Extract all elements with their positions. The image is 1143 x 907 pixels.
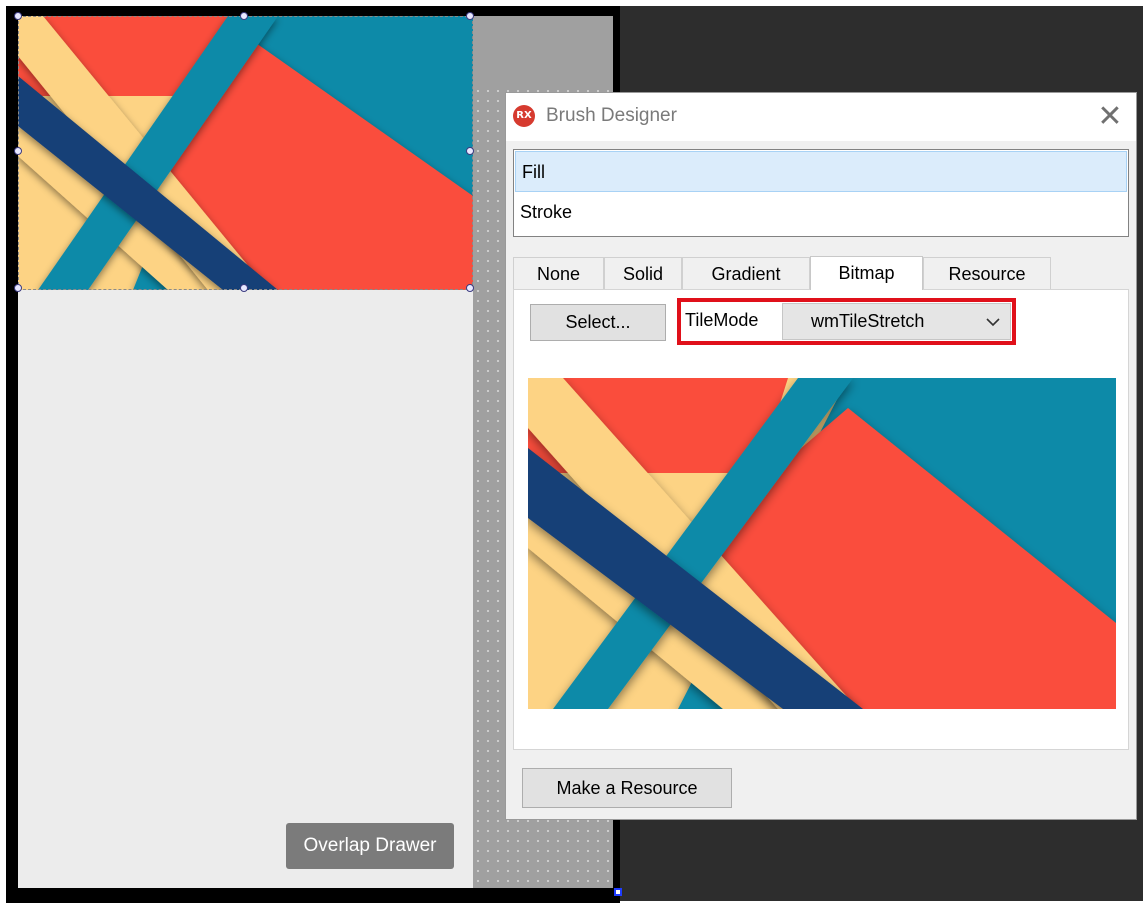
tab-gradient[interactable]: Gradient (682, 257, 810, 289)
bitmap-preview-image (528, 378, 1116, 709)
tilemode-highlight: TileMode wmTileStretch (677, 298, 1016, 345)
tilemode-select[interactable]: wmTileStretch (782, 303, 1011, 340)
resize-handle-right[interactable] (466, 147, 474, 155)
dialog-title-bar[interactable]: RX Brush Designer ✕ (506, 93, 1136, 141)
designer-grid-header (473, 16, 613, 88)
tab-resource[interactable]: Resource (923, 257, 1051, 289)
list-item-stroke[interactable]: Stroke (514, 192, 1128, 233)
resize-handle-left[interactable] (14, 147, 22, 155)
chevron-down-icon (986, 318, 1000, 327)
tilemode-label: TileMode (685, 310, 759, 330)
resize-handle-top-right[interactable] (466, 12, 474, 20)
tilemode-value: wmTileStretch (811, 311, 925, 331)
resize-handle-bottom[interactable] (240, 284, 248, 292)
brush-target-list[interactable]: Fill Stroke (513, 149, 1129, 237)
tab-bitmap[interactable]: Bitmap (810, 256, 923, 290)
brush-designer-dialog: RX Brush Designer ✕ Fill Stroke None Sol… (505, 92, 1137, 820)
resize-handle-bottom-right[interactable] (466, 284, 474, 292)
tab-none[interactable]: None (513, 257, 604, 289)
bitmap-preview (528, 378, 1116, 709)
bitmap-image-control[interactable] (18, 16, 473, 290)
close-icon[interactable]: ✕ (1090, 97, 1130, 137)
list-item-fill[interactable]: Fill (515, 151, 1127, 192)
material-background-image (18, 16, 473, 290)
select-bitmap-button[interactable]: Select... (530, 304, 666, 341)
dialog-title: Brush Designer (546, 105, 677, 126)
resize-handle-top[interactable] (240, 12, 248, 20)
tab-solid[interactable]: Solid (604, 257, 682, 289)
resize-handle-bottom-left[interactable] (14, 284, 22, 292)
make-resource-button[interactable]: Make a Resource (522, 768, 732, 808)
overlap-drawer-button[interactable]: Overlap Drawer (286, 823, 454, 869)
resize-handle-top-left[interactable] (14, 12, 22, 20)
bitmap-tab-panel: Select... TileMode wmTileStretch (513, 289, 1129, 750)
rx-logo-icon: RX (513, 105, 535, 127)
form-resize-grip[interactable] (614, 888, 622, 896)
